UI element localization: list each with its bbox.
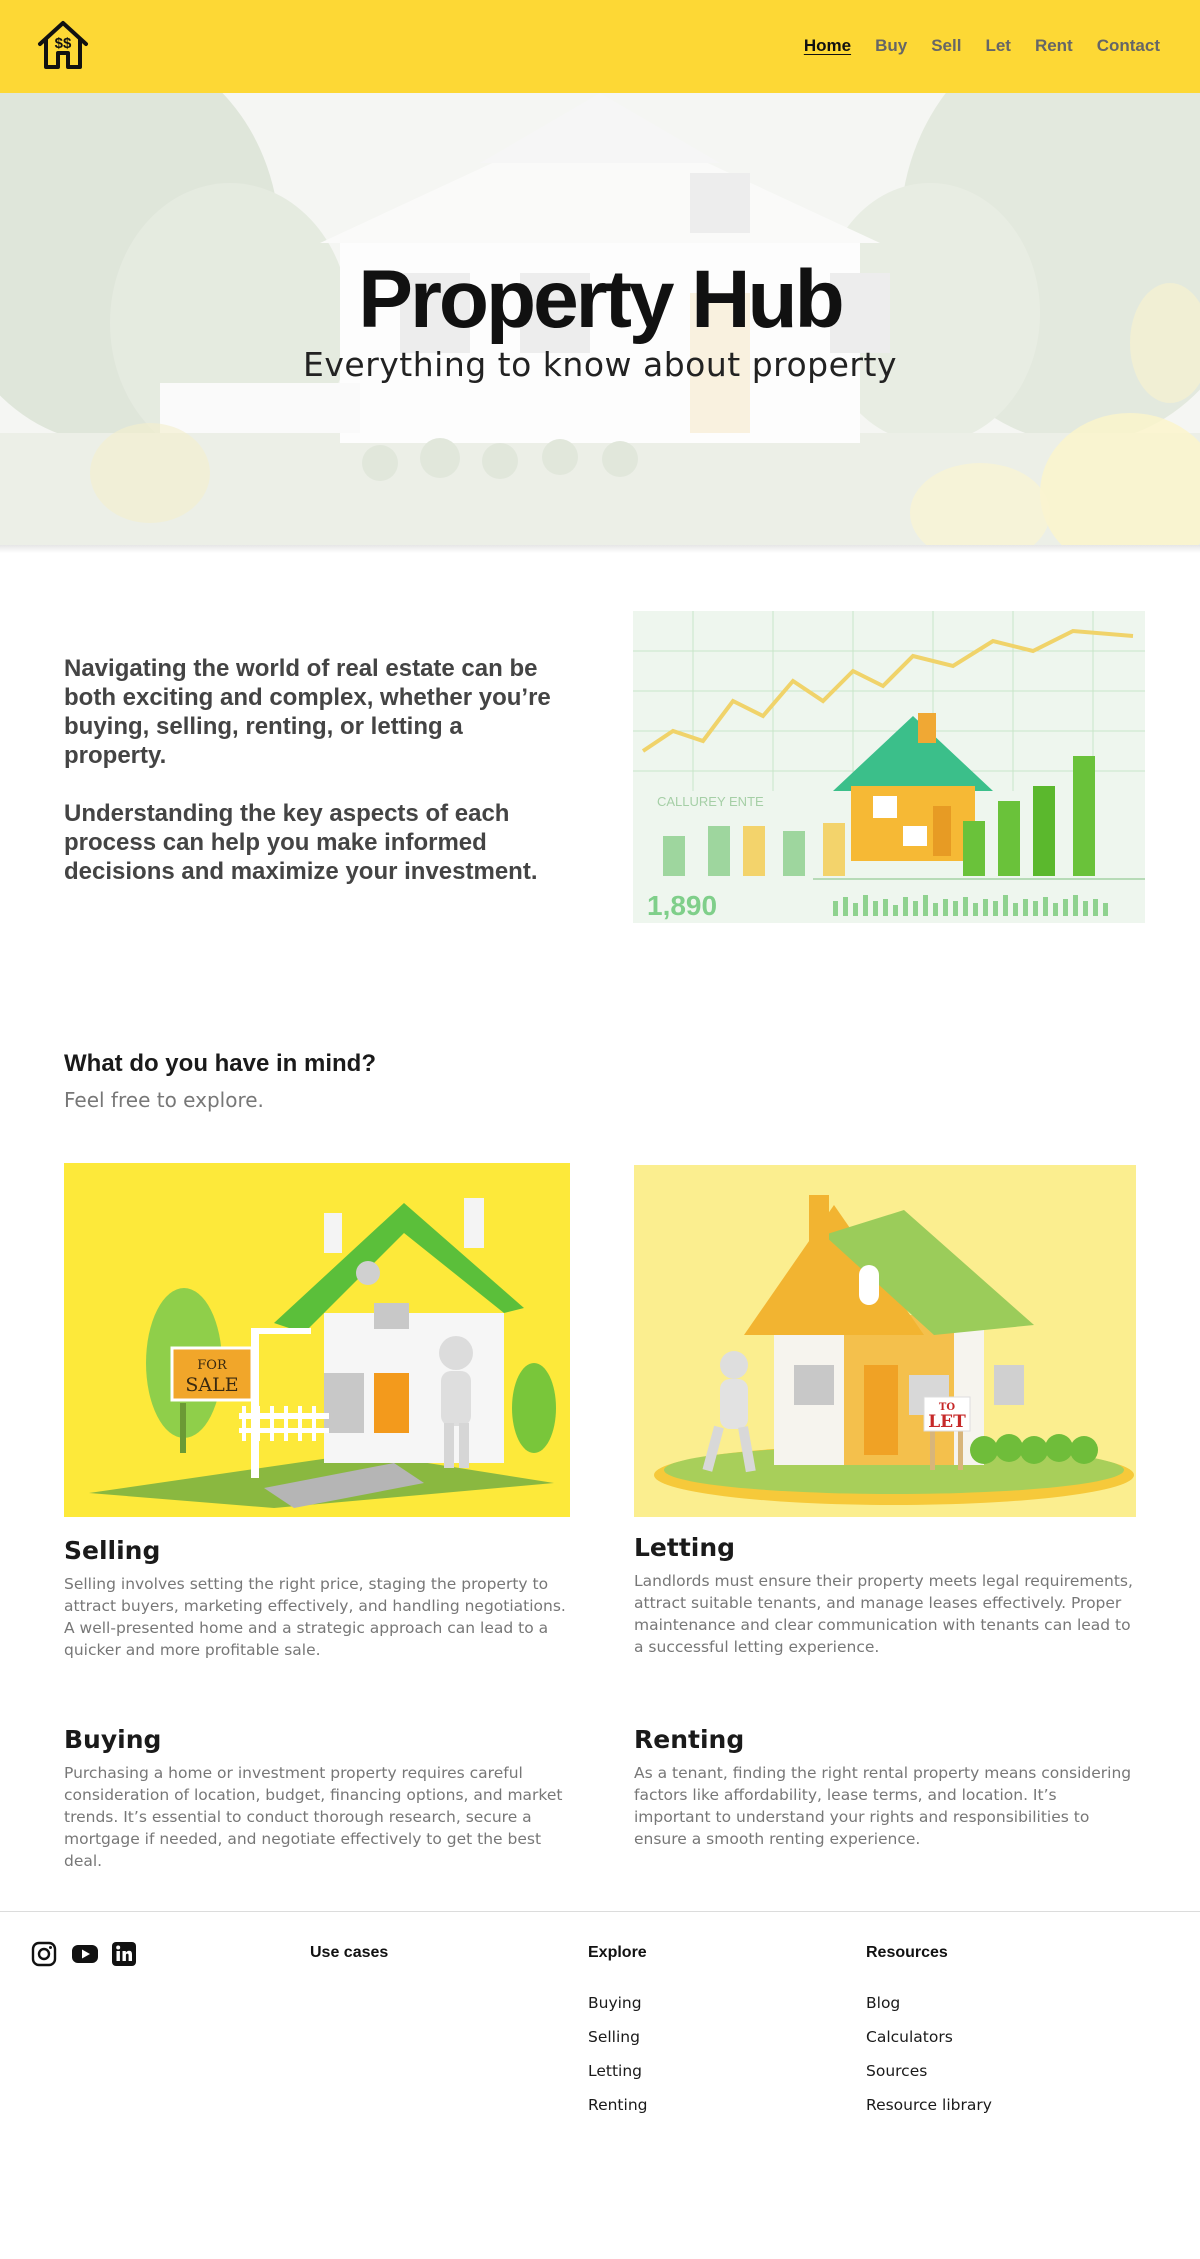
footer-divider [0,1911,1200,1912]
letting-text: Landlords must ensure their property mee… [634,1572,1133,1656]
nav-buy[interactable]: Buy [875,36,907,56]
footer-resources-title: Resources [866,1944,948,1961]
selling-title: Selling [64,1536,161,1565]
footer-link-renting[interactable]: Renting [588,2096,647,2114]
footer-use-cases-title: Use cases [310,1944,389,1961]
nav-home[interactable]: Home [804,36,851,56]
chart-label: CALLUREY ENTE [657,794,764,809]
buying-title: Buying [64,1725,162,1754]
hero-banner: Property Hub Everything to know about pr… [0,93,1200,545]
renting-text: As a tenant, finding the right rental pr… [634,1764,1132,1848]
to-let-sign-bottom: LET [928,1412,966,1432]
linkedin-icon[interactable] [111,1941,137,1967]
selling-image[interactable]: FOR SALE [64,1163,570,1517]
buying-text: Purchasing a home or investment property… [64,1764,563,1870]
nav-contact[interactable]: Contact [1097,36,1160,56]
logo-text: $$ [55,35,72,52]
footer-link-buying[interactable]: Buying [588,1994,642,2012]
footer-link-blog[interactable]: Blog [866,1994,900,2012]
footer-link-calculators[interactable]: Calculators [866,2028,953,2046]
chart-big-number: 1,890 [647,890,717,921]
explore-title: What do you have in mind? [64,1050,376,1077]
nav-let[interactable]: Let [985,36,1011,56]
for-sale-sign-top: FOR [197,1358,228,1373]
main-nav: Home Buy Sell Let Rent Contact [804,36,1160,56]
nav-sell[interactable]: Sell [931,36,961,56]
footer-link-resource-library[interactable]: Resource library [866,2096,992,2114]
selling-text: Selling involves setting the right price… [64,1575,566,1659]
explore-subtitle: Feel free to explore. [64,1088,264,1112]
footer-link-letting[interactable]: Letting [588,2062,642,2080]
house-dollar-logo-icon[interactable]: $$ [36,19,90,71]
instagram-icon[interactable] [31,1941,57,1967]
for-sale-sign-bottom: SALE [185,1374,238,1396]
property-chart-image: CALLUREY ENTE 1,890 [633,611,1145,923]
renting-title: Renting [634,1725,745,1754]
footer-explore-title: Explore [588,1944,647,1961]
hero-title: Property Hub [358,254,844,345]
hero-subtitle: Everything to know about property [303,345,897,384]
letting-image[interactable]: TO LET [634,1165,1136,1517]
letting-title: Letting [634,1533,736,1562]
intro-paragraph-2: Understanding the key aspects of each pr… [64,800,538,885]
intro-paragraph-1: Navigating the world of real estate can … [64,655,551,769]
youtube-icon[interactable] [71,1941,99,1967]
intro-text: Navigating the world of real estate can … [64,654,564,886]
footer-link-selling[interactable]: Selling [588,2028,640,2046]
nav-rent[interactable]: Rent [1035,36,1073,56]
site-header: $$ Home Buy Sell Let Rent Contact [0,0,1200,93]
footer-link-sources[interactable]: Sources [866,2062,927,2080]
